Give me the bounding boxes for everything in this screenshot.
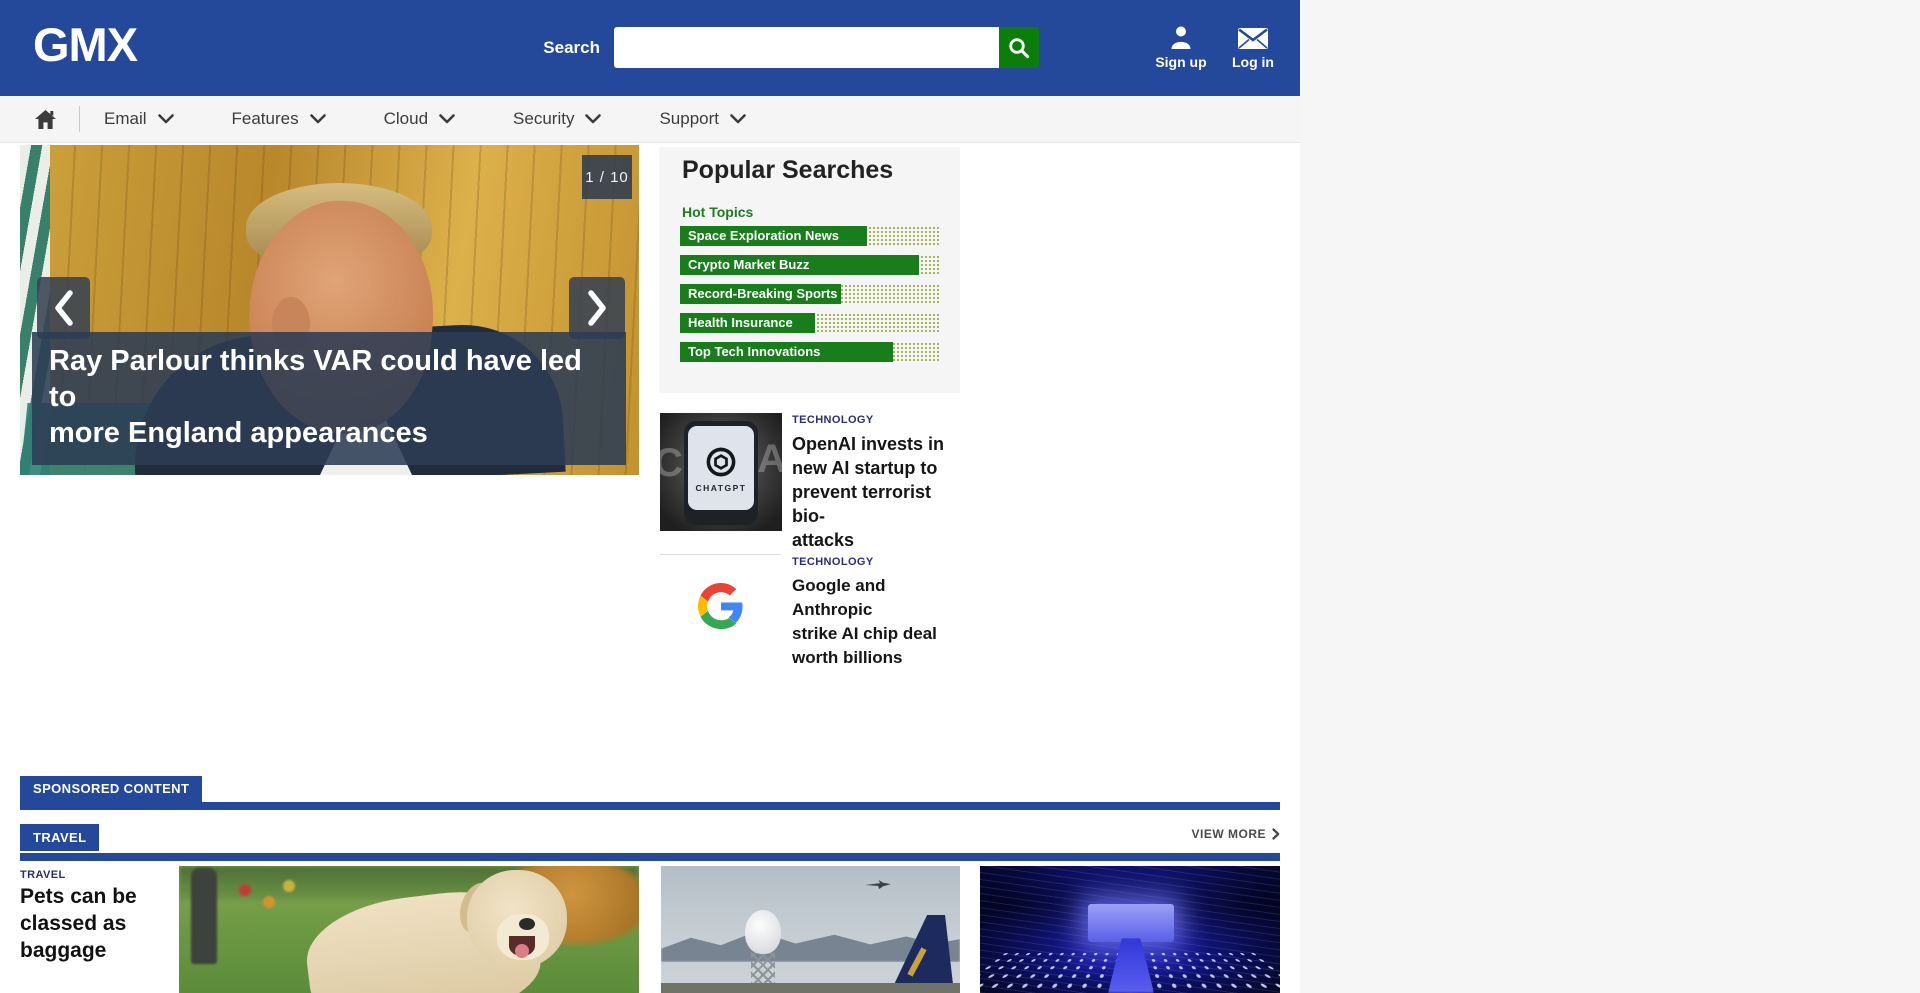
main-nav: Email Features Cloud Security Support [0, 96, 1300, 143]
top-header: GMX Search Sign up [0, 0, 1300, 96]
nav-item-cloud[interactable]: Cloud [384, 109, 455, 129]
travel-section-bar [20, 853, 1280, 861]
envelope-icon [1218, 23, 1288, 49]
news-headline[interactable]: Google and Anthropic strike AI chip deal… [792, 574, 966, 670]
news-item-google[interactable]: TECHNOLOGY Google and Anthropic strike A… [792, 556, 966, 670]
news-headline[interactable]: OpenAI invests in new AI startup to prev… [792, 432, 964, 552]
sponsored-content-tab: SPONSORED CONTENT [20, 776, 202, 802]
airplane-silhouette [865, 880, 891, 889]
openai-logo-icon [703, 444, 739, 480]
hot-topics-label: Hot Topics [682, 204, 753, 220]
search-label: Search [500, 27, 600, 68]
topic-row[interactable]: Health Insurance [680, 313, 940, 333]
chevron-right-icon [585, 289, 609, 327]
carousel-next-button[interactable] [569, 277, 625, 339]
page: GMX Search Sign up [0, 0, 1300, 993]
radar-dome [745, 910, 781, 954]
nav-item-features[interactable]: Features [232, 109, 326, 129]
topic-row[interactable]: Top Tech Innovations [680, 342, 940, 362]
search-icon [1008, 37, 1030, 59]
chevron-down-icon [585, 114, 601, 124]
news-category: TECHNOLOGY [792, 414, 964, 426]
carousel-headline[interactable]: Ray Parlour thinks VAR could have led to… [32, 332, 626, 465]
slide-counter: 1 / 10 [582, 155, 632, 199]
nav-item-support[interactable]: Support [659, 109, 746, 129]
nav-divider [79, 106, 80, 132]
search-input[interactable] [614, 27, 999, 68]
news-thumb-chatgpt[interactable]: C A CHA [660, 413, 782, 531]
news-item-openai[interactable]: TECHNOLOGY OpenAI invests in new AI star… [792, 414, 964, 552]
topic-row[interactable]: Record-Breaking Sports E... [680, 284, 940, 304]
hot-topics-list: Space Exploration News Crypto Market Buz… [680, 226, 940, 371]
light-show-photo[interactable] [980, 866, 1280, 993]
popular-searches-panel: Popular Searches Hot Topics Space Explor… [659, 147, 960, 393]
sponsored-content-bar [20, 802, 1280, 810]
person-icon [1146, 23, 1216, 49]
home-icon [34, 109, 57, 130]
search-button[interactable] [999, 27, 1039, 68]
gmx-logo[interactable]: GMX [33, 17, 137, 72]
google-logo-icon [698, 583, 744, 629]
chevron-down-icon [158, 114, 174, 124]
phone-photo: CHATGPT [684, 421, 758, 525]
chevron-left-icon [52, 289, 76, 327]
signup-button[interactable]: Sign up [1146, 23, 1216, 70]
topic-row[interactable]: Crypto Market Buzz [680, 255, 940, 275]
nav-item-email[interactable]: Email [104, 109, 174, 129]
chevron-down-icon [730, 114, 746, 124]
news-divider [660, 554, 781, 555]
news-thumb-google[interactable] [660, 566, 782, 646]
chatgpt-caption: CHATGPT [696, 483, 747, 493]
login-button[interactable]: Log in [1218, 23, 1288, 70]
chevron-right-icon [1272, 828, 1280, 840]
chevron-down-icon [439, 114, 455, 124]
nav-home-button[interactable] [34, 109, 57, 130]
news-carousel[interactable]: 1 / 10 Ray Parlour thinks VAR could have… [20, 145, 639, 475]
dog-photo[interactable] [179, 866, 639, 993]
popular-searches-title: Popular Searches [682, 156, 893, 185]
topic-row[interactable]: Space Exploration News [680, 226, 940, 246]
view-more-link[interactable]: VIEW MORE [1191, 827, 1280, 841]
travel-article-headline[interactable]: Pets can be classed as baggage [20, 883, 160, 964]
nav-item-security[interactable]: Security [513, 109, 601, 129]
airport-photo[interactable] [661, 866, 960, 993]
carousel-prev-button[interactable] [37, 277, 90, 339]
travel-section-tab: TRAVEL [20, 824, 99, 851]
news-category: TECHNOLOGY [792, 556, 966, 568]
chevron-down-icon [310, 114, 326, 124]
travel-article-category: TRAVEL [20, 869, 66, 881]
